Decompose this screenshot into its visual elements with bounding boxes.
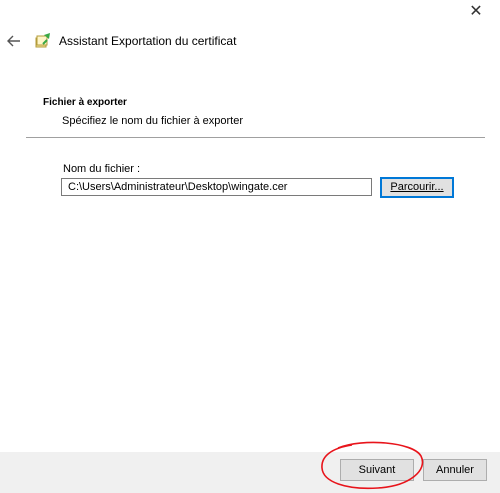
wizard-header: Assistant Exportation du certificat — [6, 30, 236, 52]
section-description: Spécifiez le nom du fichier à exporter — [62, 115, 243, 127]
section-title: Fichier à exporter — [43, 97, 127, 108]
next-button-label: Suivant — [358, 464, 396, 476]
cancel-button[interactable]: Annuler — [423, 459, 487, 481]
browse-button-label: Parcourir... — [390, 181, 444, 193]
window-title: Assistant Exportation du certificat — [59, 34, 237, 48]
back-arrow-icon — [7, 35, 20, 47]
filename-input[interactable] — [61, 178, 372, 196]
close-icon: ✕ — [469, 3, 483, 20]
cancel-button-label: Annuler — [436, 464, 474, 476]
close-button[interactable]: ✕ — [466, 2, 486, 22]
certificate-wizard-icon — [34, 32, 52, 50]
next-button[interactable]: Suivant — [340, 459, 414, 481]
filename-label: Nom du fichier : — [63, 163, 141, 175]
back-button[interactable] — [6, 33, 22, 49]
browse-button[interactable]: Parcourir... — [380, 177, 454, 198]
header-divider — [26, 137, 485, 138]
